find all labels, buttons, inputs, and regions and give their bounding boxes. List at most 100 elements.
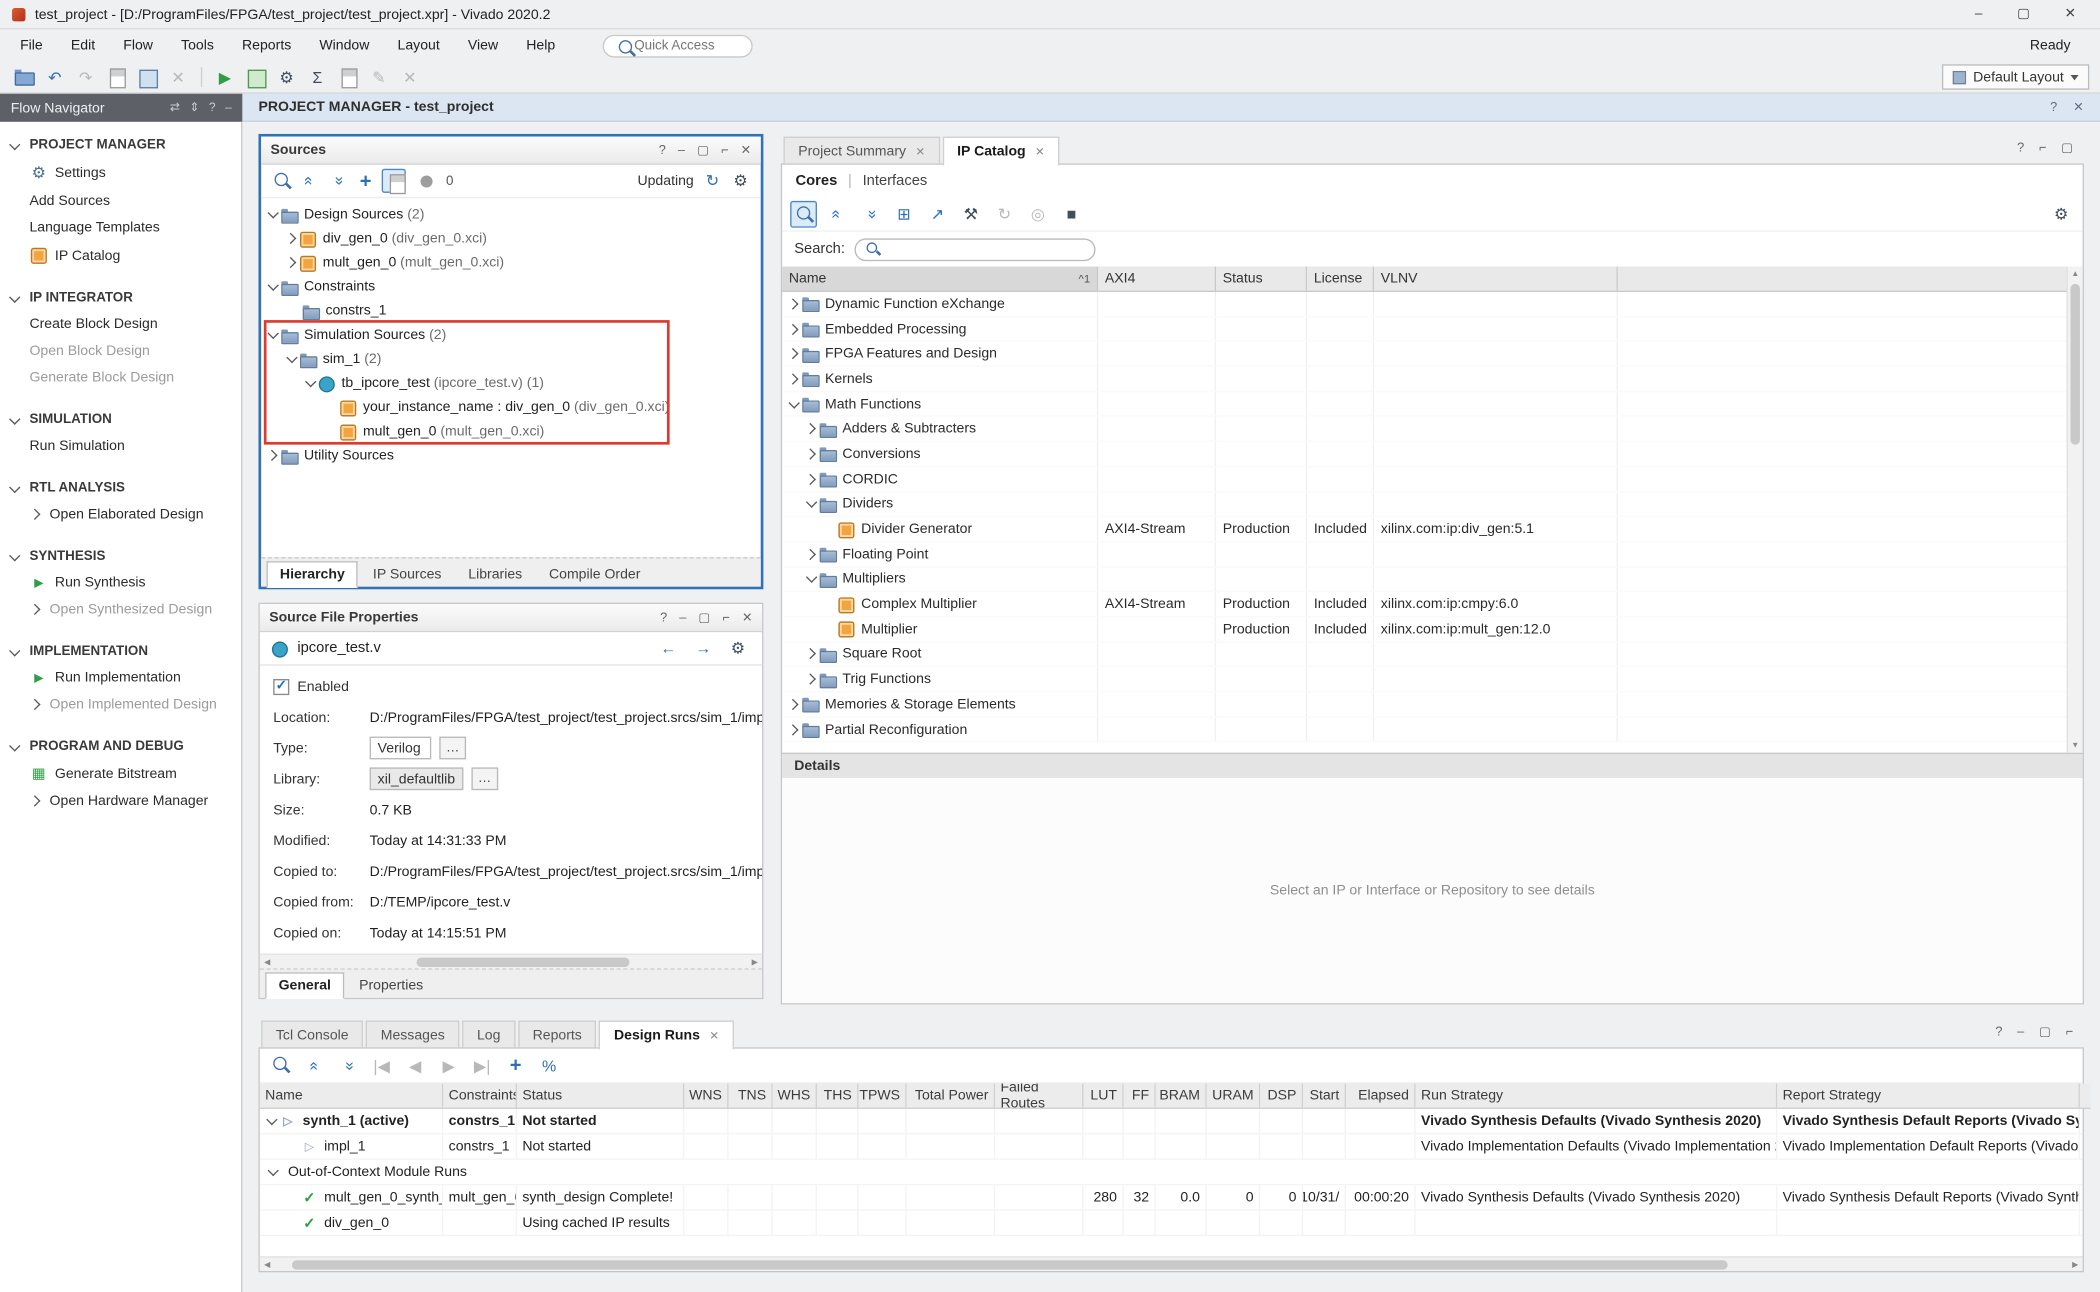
chevron-down-icon[interactable]: [8, 740, 21, 753]
runs-column-whs[interactable]: WHS: [773, 1083, 817, 1108]
chevron-right-icon[interactable]: [805, 547, 818, 560]
chevron-down-icon[interactable]: [788, 397, 801, 410]
catalog-row-dynamic-function-exchange[interactable]: Dynamic Function eXchange: [782, 292, 2082, 317]
source-constrs-1[interactable]: constrs_1: [261, 299, 761, 323]
column-header-vlnv[interactable]: VLNV: [1374, 267, 1618, 292]
catalog-row-adders-subtracters[interactable]: Adders & Subtracters: [782, 417, 2082, 442]
source-constraints[interactable]: Constraints: [261, 275, 761, 299]
chevron-right-icon[interactable]: [805, 422, 818, 435]
forward-icon[interactable]: →: [690, 635, 717, 662]
source-your-instance-name-div-gen-0[interactable]: your_instance_name : div_gen_0 (div_gen_…: [261, 395, 761, 419]
maximize-icon[interactable]: ▢: [2061, 141, 2073, 156]
properties-horizontal-scrollbar[interactable]: ◀ ▶: [260, 954, 762, 969]
chevron-right-icon[interactable]: [805, 472, 818, 485]
scroll-right-icon[interactable]: ▶: [747, 957, 762, 966]
source-design-sources[interactable]: Design Sources (2): [261, 202, 761, 226]
tab-libraries[interactable]: Libraries: [456, 563, 534, 587]
customize-icon[interactable]: ⚒: [958, 200, 985, 227]
subnav-cores[interactable]: Cores: [796, 173, 838, 189]
flownav-header-synthesis[interactable]: SYNTHESIS: [0, 544, 241, 569]
help-icon[interactable]: ?: [2017, 141, 2024, 156]
help-icon[interactable]: ?: [659, 143, 666, 158]
catalog-row-dividers[interactable]: Dividers: [782, 492, 2082, 517]
source-mult-gen-0[interactable]: mult_gen_0 (mult_gen_0.xci): [261, 419, 761, 443]
open-icon[interactable]: [11, 64, 38, 91]
maximize-icon[interactable]: ▢: [2017, 7, 2030, 22]
runs-column-tns[interactable]: TNS: [729, 1083, 773, 1108]
go-to-end-icon[interactable]: ▶|: [469, 1052, 496, 1079]
source-div-gen-0[interactable]: div_gen_0 (div_gen_0.xci): [261, 226, 761, 250]
chevron-down-icon[interactable]: [805, 497, 818, 510]
settings-icon[interactable]: ⚙: [725, 635, 752, 662]
minimize-icon[interactable]: –: [2017, 1025, 2024, 1040]
scroll-up-icon[interactable]: ▲: [2071, 267, 2079, 282]
flownav-item-open-synthesized-design[interactable]: Open Synthesized Design: [0, 596, 241, 623]
flownav-header-project-manager[interactable]: PROJECT MANAGER: [0, 133, 241, 158]
float-icon[interactable]: ⌐: [723, 610, 730, 625]
runs-column-start[interactable]: Start: [1303, 1083, 1346, 1108]
chevron-right-icon[interactable]: [788, 723, 801, 736]
edit-icon[interactable]: ✎: [366, 64, 393, 91]
catalog-row-kernels[interactable]: Kernels: [782, 367, 2082, 392]
scroll-left-icon[interactable]: ◀: [260, 957, 275, 966]
runs-column-ff[interactable]: FF: [1124, 1083, 1156, 1108]
menu-file[interactable]: File: [8, 33, 55, 57]
run-row-synth-1-active[interactable]: ▷synth_1 (active)constrs_1Not startedViv…: [260, 1109, 2083, 1134]
chevron-down-icon[interactable]: [8, 139, 21, 152]
run-row-impl-1[interactable]: ▷impl_1constrs_1Not startedVivado Implem…: [260, 1134, 2083, 1159]
report-icon[interactable]: [335, 64, 362, 91]
chevron-down-icon[interactable]: [267, 1165, 280, 1178]
settings-icon[interactable]: ⚙: [2048, 200, 2075, 227]
resize-icon[interactable]: ⇕: [189, 100, 199, 115]
minimize-icon[interactable]: –: [679, 610, 686, 625]
float-icon[interactable]: ⌐: [2066, 1025, 2073, 1040]
catalog-row-memories-storage-elements[interactable]: Memories & Storage Elements: [782, 692, 2082, 717]
help-icon[interactable]: ?: [209, 100, 216, 115]
catalog-row-conversions[interactable]: Conversions: [782, 442, 2082, 467]
sources-panel-header[interactable]: Sources ?–▢⌐✕: [261, 137, 761, 165]
flownav-header-rtl-analysis[interactable]: RTL ANALYSIS: [0, 475, 241, 500]
menu-edit[interactable]: Edit: [59, 33, 107, 57]
chevron-right-icon[interactable]: [805, 648, 818, 661]
catalog-row-divider-generator[interactable]: Divider GeneratorAXI4-StreamProductionIn…: [782, 517, 2082, 542]
run-row-mult-gen-0-synth-1[interactable]: ✓mult_gen_0_synth_1mult_gen_0synth_desig…: [260, 1185, 2083, 1210]
runs-column-lut[interactable]: LUT: [1083, 1083, 1123, 1108]
chevron-right-icon[interactable]: [285, 232, 298, 245]
tab-compile-order[interactable]: Compile Order: [537, 563, 653, 587]
scroll-thumb[interactable]: [2071, 284, 2080, 445]
chevron-down-icon[interactable]: [8, 291, 21, 304]
back-icon[interactable]: ←: [655, 635, 682, 662]
source-sim-1[interactable]: sim_1 (2): [261, 347, 761, 371]
chevron-right-icon[interactable]: [788, 698, 801, 711]
menu-view[interactable]: View: [456, 33, 510, 57]
ip-search-box[interactable]: [854, 238, 1095, 261]
flownav-header-implementation[interactable]: IMPLEMENTATION: [0, 639, 241, 664]
expand-all-icon[interactable]: «: [335, 1052, 362, 1079]
chevron-right-icon[interactable]: [788, 297, 801, 310]
run-icon[interactable]: ▶: [212, 64, 239, 91]
column-header-axi4[interactable]: AXI4: [1098, 267, 1216, 292]
chevron-down-icon[interactable]: [285, 352, 298, 365]
properties-panel-header[interactable]: Source File Properties ?–▢⌐✕: [260, 604, 762, 632]
catalog-row-math-functions[interactable]: Math Functions: [782, 392, 2082, 417]
runs-column-run_strategy[interactable]: Run Strategy: [1416, 1083, 1778, 1108]
catalog-row-floating-point[interactable]: Floating Point: [782, 542, 2082, 567]
run-row-div-gen-0[interactable]: ✓div_gen_0Using cached IP results: [260, 1211, 2083, 1236]
column-header-name[interactable]: Name^1: [782, 267, 1098, 292]
close-icon[interactable]: ✕: [2073, 100, 2084, 115]
minimize-icon[interactable]: –: [678, 143, 685, 158]
tab-project-summary[interactable]: Project Summary✕: [783, 137, 939, 166]
switch-icon[interactable]: ⇄: [170, 100, 180, 115]
chevron-right-icon[interactable]: [267, 449, 280, 462]
search-icon[interactable]: [268, 1052, 295, 1079]
flownav-item-language-templates[interactable]: Language Templates: [0, 214, 241, 241]
scroll-thumb[interactable]: [292, 1260, 1727, 1269]
catalog-row-complex-multiplier[interactable]: Complex MultiplierAXI4-StreamProductionI…: [782, 592, 2082, 617]
flownav-item-settings[interactable]: ⚙Settings: [0, 158, 241, 187]
quick-access-input[interactable]: [634, 38, 741, 53]
tab-tcl-console[interactable]: Tcl Console: [261, 1021, 363, 1050]
source-simulation-sources[interactable]: Simulation Sources (2): [261, 323, 761, 347]
create-run-icon[interactable]: +: [502, 1052, 529, 1079]
flownav-item-generate-bitstream[interactable]: ▦Generate Bitstream: [0, 759, 241, 787]
chevron-right-icon[interactable]: [29, 698, 42, 711]
